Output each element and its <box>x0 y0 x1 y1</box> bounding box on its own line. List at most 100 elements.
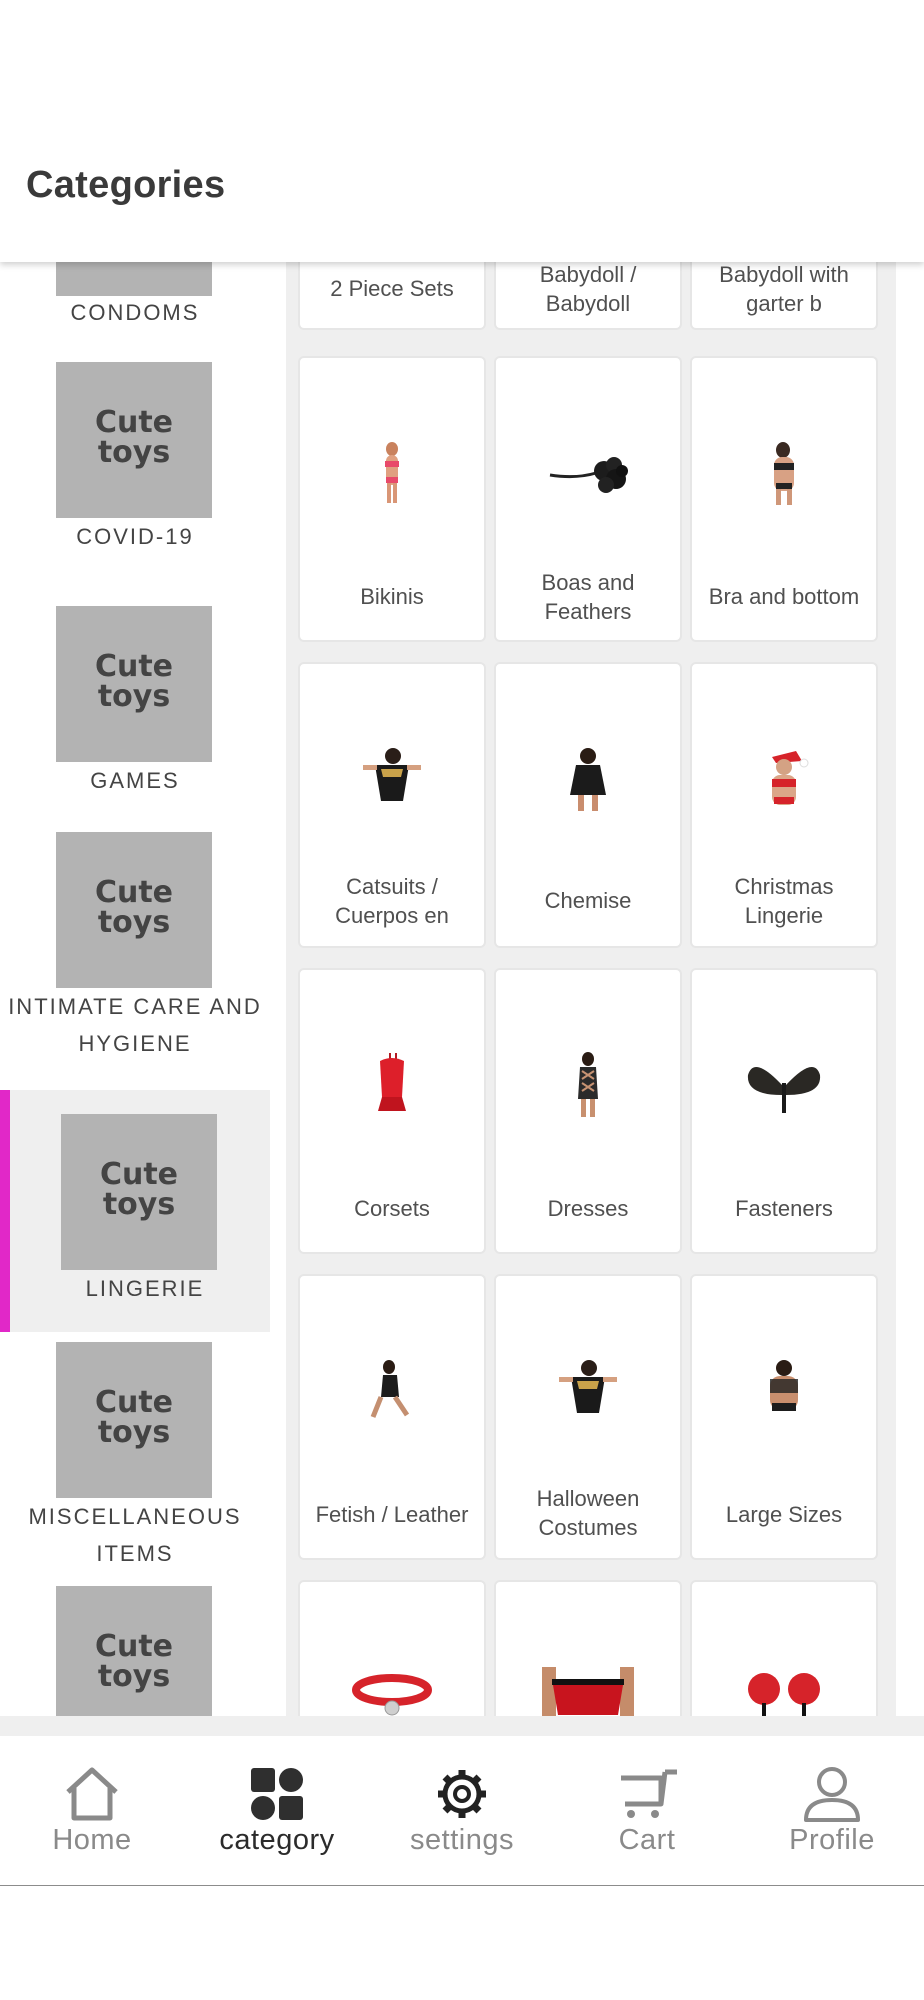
subcategory-card-tassels[interactable] <box>690 1580 878 1716</box>
cute-toys-logo: Cute toys <box>95 875 173 940</box>
subcategory-card-fetish[interactable]: Fetish / Leather <box>298 1274 486 1560</box>
svg-text:toys: toys <box>98 905 170 940</box>
selected-indicator <box>0 1090 10 1332</box>
subcategory-card-babydoll[interactable]: Babydoll / Babydoll <box>494 262 682 330</box>
cute-toys-logo: Cute toys <box>95 1385 173 1450</box>
card-label: Dresses <box>547 1196 629 1221</box>
subcategory-card-large-sizes[interactable]: Large Sizes <box>690 1274 878 1560</box>
corset-image <box>300 1030 484 1140</box>
sidebar-item-label: HYGIENE <box>78 1031 192 1056</box>
nav-settings[interactable]: settings <box>370 1736 554 1886</box>
category-thumbnail <box>56 262 212 296</box>
card-label: Costumes <box>538 1515 638 1540</box>
large-sizes-image <box>692 1336 876 1446</box>
sidebar-item-games[interactable]: Cute toys GAMES <box>0 606 270 796</box>
nav-label: Profile <box>789 1824 875 1856</box>
sidebar-item-partial[interactable]: Cute toys <box>0 1586 270 1716</box>
top-header: Categories <box>0 0 924 262</box>
subcategory-card-babydoll-garter[interactable]: Babydoll with garter b <box>690 262 878 330</box>
subcategory-card-corsets[interactable]: Corsets <box>298 968 486 1254</box>
sidebar-item-condoms[interactable]: CONDOMS <box>0 262 270 325</box>
sidebar-item-intimate-care[interactable]: Cute toys INTIMATE CARE AND HYGIENE <box>0 832 270 1060</box>
nav-label: Home <box>52 1824 132 1856</box>
card-label: garter b <box>746 291 822 316</box>
cute-toys-logo: Cute toys <box>95 1629 173 1694</box>
card-label: Boas and <box>541 570 635 595</box>
svg-text:toys: toys <box>98 679 170 714</box>
subcategory-card-chemise[interactable]: Chemise <box>494 662 682 948</box>
card-label: Feathers <box>544 599 632 624</box>
catsuit-image <box>300 724 484 834</box>
card-label: Halloween <box>536 1486 640 1511</box>
subcategory-grid[interactable]: 2 Piece Sets Babydoll / Babydoll Babydol… <box>286 262 896 1716</box>
app-screen: Categories CONDOMS Cute toys COVID-19 Cu… <box>0 0 924 2000</box>
subcategory-card-collars[interactable] <box>298 1580 486 1716</box>
sidebar-item-label: MISCELLANEOUS <box>28 1504 242 1529</box>
category-thumbnail: Cute toys <box>56 1342 212 1498</box>
choker-image <box>300 1642 484 1716</box>
subcategory-card-dresses[interactable]: Dresses <box>494 968 682 1254</box>
subcategory-card-fasteners[interactable]: Fasteners <box>690 968 878 1254</box>
fetish-image <box>300 1336 484 1446</box>
bra-bottom-image <box>692 418 876 528</box>
cute-toys-logo: Cute toys <box>95 405 173 470</box>
cart-icon <box>621 1769 677 1818</box>
nav-profile[interactable]: Profile <box>740 1736 924 1886</box>
sidebar-item-label: CONDOMS <box>70 300 200 325</box>
bikini-image <box>300 418 484 528</box>
subcategory-card-halloween[interactable]: Halloween Costumes <box>494 1274 682 1560</box>
subcategory-card-mens[interactable] <box>494 1580 682 1716</box>
card-label: Bikinis <box>360 584 424 609</box>
card-label: Catsuits / <box>346 874 438 899</box>
sidebar-item-label: LINGERIE <box>85 1276 205 1301</box>
nav-cart[interactable]: Cart <box>555 1736 739 1886</box>
card-label: Cuerpos en <box>335 903 449 928</box>
category-sidebar[interactable]: CONDOMS Cute toys COVID-19 Cute toys GAM… <box>0 262 270 1716</box>
profile-icon <box>804 1767 860 1822</box>
category-thumbnail: Cute toys <box>56 362 212 518</box>
nav-label: Cart <box>618 1824 676 1856</box>
category-thumbnail: Cute toys <box>61 1114 217 1270</box>
page-title: Categories <box>26 164 226 206</box>
christmas-lingerie-image <box>692 724 876 834</box>
svg-text:toys: toys <box>98 1415 170 1450</box>
subcategory-card-2-piece-sets[interactable]: 2 Piece Sets <box>298 262 486 330</box>
card-label: Fetish / Leather <box>315 1502 469 1527</box>
cute-toys-logo: Cute toys <box>100 1157 178 1222</box>
sidebar-item-label: GAMES <box>90 768 180 793</box>
fastener-image <box>692 1030 876 1140</box>
subcategory-card-christmas[interactable]: Christmas Lingerie <box>690 662 878 948</box>
svg-text:toys: toys <box>98 435 170 470</box>
subcategory-card-boas[interactable]: Boas and Feathers <box>494 356 682 642</box>
card-label: Bra and bottom <box>708 584 860 609</box>
nav-label: settings <box>410 1824 514 1856</box>
cute-toys-logo: Cute toys <box>95 649 173 714</box>
sidebar-item-label: COVID-19 <box>76 524 194 549</box>
feather-boa-image <box>496 418 680 528</box>
subcategory-card-catsuits[interactable]: Catsuits / Cuerpos en <box>298 662 486 948</box>
card-label: Lingerie <box>744 903 824 928</box>
nav-label: category <box>219 1824 335 1856</box>
card-label: 2 Piece Sets <box>330 276 454 301</box>
sidebar-item-lingerie[interactable]: Cute toys LINGERIE <box>0 1090 270 1332</box>
card-label: Babydoll <box>545 291 631 316</box>
card-label: Large Sizes <box>725 1502 843 1527</box>
card-label: Christmas <box>734 874 834 899</box>
nav-separator <box>0 1716 924 1736</box>
subcategory-card-bikinis[interactable]: Bikinis <box>298 356 486 642</box>
sidebar-item-miscellaneous[interactable]: Cute toys MISCELLANEOUS ITEMS <box>0 1342 270 1570</box>
svg-text:toys: toys <box>98 1659 170 1694</box>
dress-image <box>496 1030 680 1140</box>
category-icon <box>251 1768 303 1820</box>
card-label: Babydoll with <box>719 262 849 287</box>
gear-icon <box>438 1770 486 1818</box>
mens-briefs-image <box>496 1642 680 1716</box>
sidebar-item-label: ITEMS <box>96 1541 174 1566</box>
sidebar-item-covid-19[interactable]: Cute toys COVID-19 <box>0 362 270 572</box>
nav-home[interactable]: Home <box>0 1736 184 1886</box>
nav-category[interactable]: category <box>185 1736 369 1886</box>
chemise-image <box>496 724 680 834</box>
subcategory-card-bra-bottom[interactable]: Bra and bottom <box>690 356 878 642</box>
card-label: Corsets <box>354 1196 430 1221</box>
card-label: Fasteners <box>735 1196 833 1221</box>
